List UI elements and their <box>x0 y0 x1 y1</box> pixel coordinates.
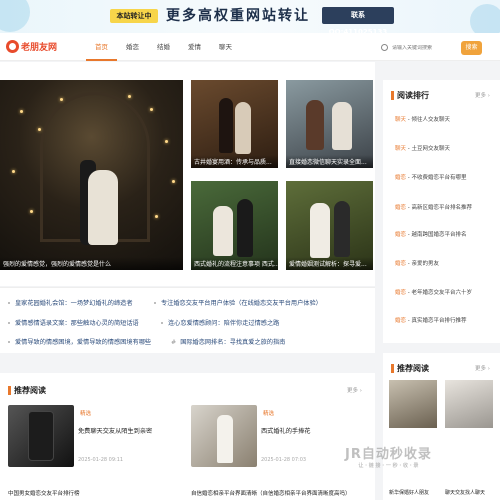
article-link[interactable]: 爱情感情语录文案：那些触动心灵的简短话语 <box>8 318 139 327</box>
featured-card-2[interactable]: 直接婚恋微信聊天实录全面... <box>286 80 373 168</box>
site-logo[interactable]: 老朋友网 <box>6 40 57 53</box>
recommend-card-title[interactable]: 免费聊天交友从陌生到亲密 <box>78 426 152 435</box>
recommend-bottom-link[interactable]: 中国男女婚恋交友平台排行榜 <box>8 489 80 497</box>
featured-card-caption: 直接婚恋微信聊天实录全面... <box>286 155 373 168</box>
rank-item[interactable]: 婚恋 - 老年婚恋交友平台六十岁 <box>395 288 472 296</box>
banner-contact: 联系QQ:411025133 <box>322 7 394 33</box>
featured-card-4[interactable]: 爱情婚姻测试解析：探寻爱... <box>286 181 373 270</box>
recommend-card-image[interactable] <box>8 405 74 467</box>
featured-main-caption: 强烈的爱情感觉，强烈的爱情感觉是什么 <box>0 257 183 270</box>
sidebar-card-title[interactable]: 新华保婚好人朋友 <box>389 489 429 496</box>
nav-chat[interactable]: 聊天 <box>210 33 241 61</box>
nav-wedding[interactable]: 结婚 <box>148 33 179 61</box>
banner-tag: 本站转让中 <box>110 9 158 23</box>
reading-rank-title: 阅读排行 <box>391 90 429 101</box>
sidebar-recommend-more-link[interactable]: 更多 › <box>475 364 490 372</box>
search-box <box>381 41 457 54</box>
logo-text: 老朋友网 <box>21 43 58 53</box>
search-button[interactable]: 搜索 <box>461 41 482 55</box>
sidebar-card-title[interactable]: 聊天交友找人聊天 <box>445 489 485 496</box>
featured-card-caption: 古井婚宴用酒：传承与品质... <box>191 155 278 168</box>
sidebar-recommend-panel: 推荐阅读 更多 › 新华保婚好人朋友 聊天交友找人聊天 <box>383 353 500 500</box>
decor-bubble <box>470 4 500 33</box>
rank-item[interactable]: 婚恋 - 高新区婚恋平台排名推荐 <box>395 203 472 211</box>
reading-rank-panel: 阅读排行 更多 › 聊天 - 倾往人交友聊天 聊天 - 土豆网交友聊天 婚恋 -… <box>383 80 500 343</box>
main-nav: 首页 婚恋 结婚 爱情 聊天 <box>86 33 241 61</box>
rank-item[interactable]: 聊天 - 土豆网交友聊天 <box>395 144 450 152</box>
recommend-card-tag: 精选 <box>80 411 92 417</box>
sidebar-recommend-title: 推荐阅读 <box>391 363 429 374</box>
reading-rank-more-link[interactable]: 更多 › <box>475 91 490 99</box>
bride-figure <box>88 170 118 245</box>
watermark-logo: JR自动秒收录 让 · 链 接 · 一 秒 · 收 · 录 <box>345 447 432 469</box>
bullet-icon <box>154 302 156 304</box>
rank-item[interactable]: 婚恋 - 不收费婚恋平台有哪里 <box>395 173 467 181</box>
recommend-section: 推荐阅读 更多 › 精选 免费聊天交友从陌生到亲密 2025-01-28 09:… <box>0 373 375 500</box>
recommend-card-image[interactable] <box>191 405 257 467</box>
featured-card-1[interactable]: 古井婚宴用酒：传承与品质... <box>191 80 278 168</box>
featured-card-caption: 爱情婚姻测试解析：探寻爱... <box>286 257 373 270</box>
logo-icon <box>6 40 19 53</box>
site-header: 老朋友网 首页 婚恋 结婚 爱情 聊天 搜索 <box>0 33 500 61</box>
recommend-card-date: 2025-01-28 09:11 <box>78 457 124 463</box>
rank-item[interactable]: 婚恋 - 真实婚恋平台排行推荐 <box>395 316 467 324</box>
search-icon <box>381 44 388 51</box>
banner-headline: 更多高权重网站转让 <box>166 8 310 24</box>
featured-main-image[interactable]: 强烈的爱情感觉，强烈的爱情感觉是什么 <box>0 80 183 270</box>
decor-bubble <box>0 0 30 32</box>
recommend-card-tag: 精选 <box>263 411 275 417</box>
bullet-icon <box>161 322 163 324</box>
bullet-icon <box>8 341 10 343</box>
recommend-title: 推荐阅读 <box>8 385 46 396</box>
rank-item[interactable]: 婚恋 - 越南跨国婚恋平台排名 <box>395 230 467 238</box>
recommend-more-link[interactable]: 更多 › <box>347 386 362 394</box>
article-link[interactable]: 连心恋爱情感顾问：陪伴你走过情感之路 <box>161 318 279 327</box>
rank-item[interactable]: 婚恋 - 亲爱的男友 <box>395 259 439 267</box>
article-link[interactable]: # 国际婚恋网排名：寻找真爱之旅的指南 <box>171 337 285 346</box>
nav-home[interactable]: 首页 <box>86 33 117 61</box>
article-link[interactable]: 专注婚恋交友平台用户体验（在线婚恋交友平台用户体验） <box>154 298 322 307</box>
article-link-list: 皇家花园婚礼会馆：一场梦幻婚礼的缔造者 专注婚恋交友平台用户体验（在线婚恋交友平… <box>0 287 375 353</box>
bullet-icon <box>8 322 10 324</box>
recommend-card-date: 2025-01-28 07:03 <box>261 457 307 463</box>
sidebar-card-image[interactable] <box>445 380 493 428</box>
recommend-card-title[interactable]: 西式婚礼的手捧花 <box>261 426 311 435</box>
search-input[interactable] <box>392 44 454 51</box>
sidebar-card-image[interactable] <box>389 380 437 428</box>
top-banner-ad[interactable]: 本站转让中 更多高权重网站转让 联系QQ:411025133 <box>0 0 500 33</box>
rank-item[interactable]: 聊天 - 倾往人交友聊天 <box>395 115 450 123</box>
featured-card-3[interactable]: 西式婚礼的流程注意事项 西式... <box>191 181 278 270</box>
featured-card-caption: 西式婚礼的流程注意事项 西式... <box>191 257 278 270</box>
nav-love[interactable]: 爱情 <box>179 33 210 61</box>
nav-dating[interactable]: 婚恋 <box>117 33 148 61</box>
article-link[interactable]: 皇家花园婚礼会馆：一场梦幻婚礼的缔造者 <box>8 298 133 307</box>
bullet-icon <box>8 302 10 304</box>
article-link[interactable]: 爱情导致的情感困境，爱情导致的情感困境有哪些 <box>8 337 151 346</box>
recommend-bottom-link[interactable]: 自信婚恋相亲平台界面清晰（自信婚恋相亲平台界面清晰度高吗） <box>191 489 351 497</box>
